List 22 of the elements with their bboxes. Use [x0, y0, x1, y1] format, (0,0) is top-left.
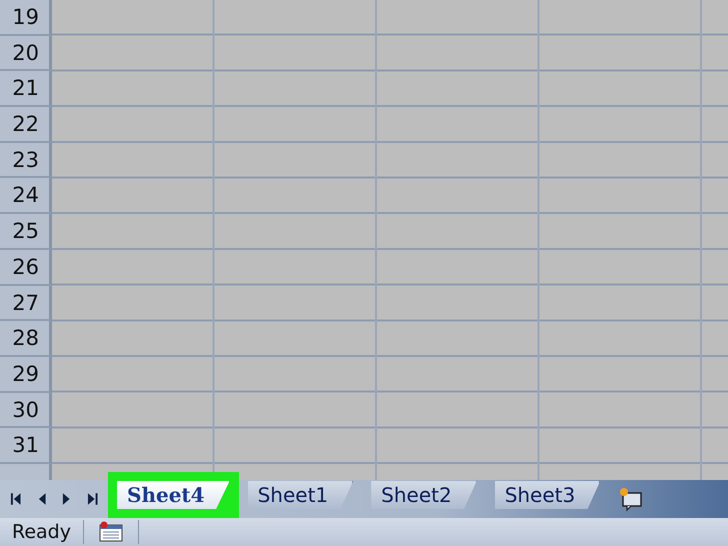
record-macro-icon[interactable]	[98, 521, 124, 543]
last-sheet-icon[interactable]	[86, 492, 98, 506]
row-header[interactable]: 24	[0, 178, 52, 214]
row-header[interactable]: 21	[0, 71, 52, 108]
row-header[interactable]: 19	[0, 0, 52, 36]
next-sheet-icon[interactable]	[61, 492, 72, 506]
row-header[interactable]: 29	[0, 356, 52, 393]
status-text: Ready	[11, 521, 72, 543]
row-header[interactable]: 31	[0, 428, 52, 464]
row-header[interactable]: 27	[0, 286, 52, 322]
row-header[interactable]: 20	[0, 36, 52, 72]
row-header[interactable]: 22	[0, 107, 52, 143]
row-header[interactable]: 26	[0, 250, 52, 286]
first-sheet-icon[interactable]	[10, 492, 22, 506]
row-header[interactable]: 30	[0, 392, 52, 428]
sheet-tab[interactable]: Sheet2	[371, 481, 477, 509]
row-header[interactable]: 23	[0, 142, 52, 178]
sheet-tab[interactable]: Sheet3	[494, 481, 600, 509]
row-header[interactable]: 28	[0, 321, 52, 357]
sheet-tab[interactable]: Sheet1	[248, 481, 354, 509]
row-header[interactable]: 25	[0, 214, 52, 250]
sheet-tab[interactable]: Sheet4	[117, 481, 230, 509]
